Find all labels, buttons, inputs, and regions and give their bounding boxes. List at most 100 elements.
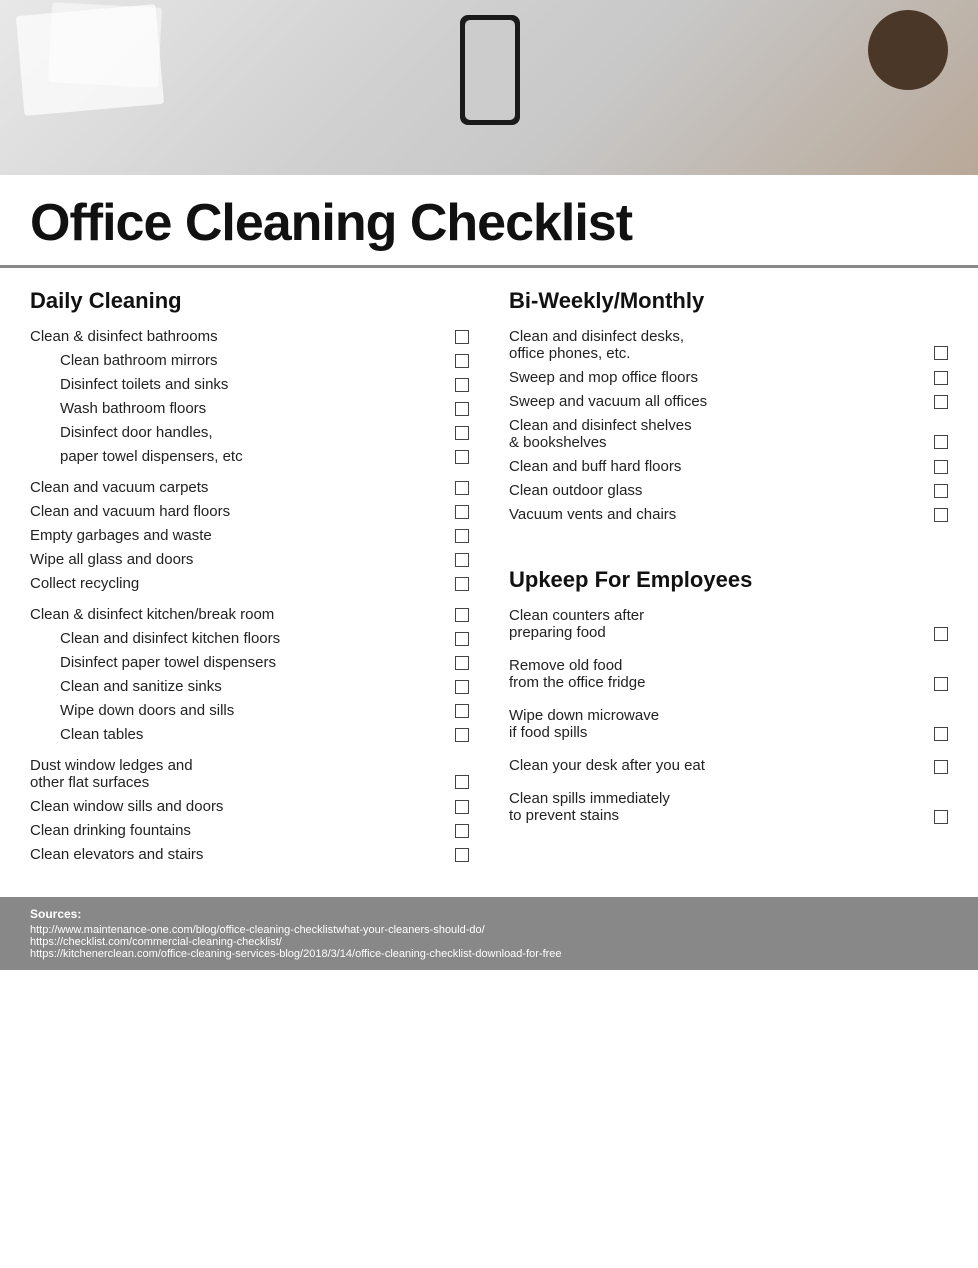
upkeep-checklist-item: Remove old foodfrom the office fridge: [509, 657, 948, 691]
list-item: Clean and vacuum carpets: [30, 479, 469, 496]
checkbox[interactable]: [455, 848, 469, 862]
checkbox[interactable]: [934, 627, 948, 641]
list-item: Disinfect paper towel dispensers: [60, 654, 469, 671]
upkeep-checklist-item: Wipe down microwaveif food spills: [509, 707, 948, 741]
biweekly-group: Clean and disinfect desks,office phones,…: [509, 328, 948, 523]
checkbox[interactable]: [934, 371, 948, 385]
checkbox[interactable]: [455, 608, 469, 622]
checkbox[interactable]: [455, 577, 469, 591]
list-item: Clean elevators and stairs: [30, 846, 469, 863]
checkbox[interactable]: [455, 426, 469, 440]
item-text: Empty garbages and waste: [30, 527, 447, 544]
list-item: Sweep and vacuum all offices: [509, 393, 948, 410]
item-text: Clean counters afterpreparing food: [509, 607, 926, 641]
kitchen-group: Clean & disinfect kitchen/break room Cle…: [30, 606, 469, 743]
source-link-3[interactable]: https://kitchenerclean.com/office-cleani…: [30, 948, 948, 960]
page-title: Office Cleaning Checklist: [30, 193, 948, 253]
list-item: Dust window ledges andother flat surface…: [30, 757, 469, 791]
checkbox[interactable]: [934, 435, 948, 449]
list-item: Wipe down doors and sills: [60, 702, 469, 719]
item-text: paper towel dispensers, etc: [60, 448, 447, 465]
item-text: Clean your desk after you eat: [509, 757, 926, 774]
item-text: Clean and sanitize sinks: [60, 678, 447, 695]
title-bar: Office Cleaning Checklist: [0, 175, 978, 268]
source-link-1[interactable]: http://www.maintenance-one.com/blog/offi…: [30, 924, 948, 936]
item-text: Remove old foodfrom the office fridge: [509, 657, 926, 691]
general-daily-group: Clean and vacuum carpets Clean and vacuu…: [30, 479, 469, 592]
upkeep-checklist-item: Clean your desk after you eat: [509, 757, 948, 774]
footer: Sources: http://www.maintenance-one.com/…: [0, 897, 978, 970]
sources-label: Sources:: [30, 907, 948, 921]
checkbox[interactable]: [455, 680, 469, 694]
upkeep-checklist-item: Clean counters afterpreparing food: [509, 607, 948, 641]
bathrooms-group: Clean & disinfect bathrooms Clean bathro…: [30, 328, 469, 465]
checkbox[interactable]: [455, 824, 469, 838]
list-item: Collect recycling: [30, 575, 469, 592]
item-text: Clean drinking fountains: [30, 822, 447, 839]
list-item: Clean and disinfect kitchen floors: [60, 630, 469, 647]
checkbox[interactable]: [455, 704, 469, 718]
checkbox[interactable]: [455, 450, 469, 464]
item-text: Wipe down doors and sills: [60, 702, 447, 719]
list-item: Remove old foodfrom the office fridge: [509, 657, 948, 691]
checkbox[interactable]: [455, 481, 469, 495]
list-item: Clean spills immediatelyto prevent stain…: [509, 790, 948, 824]
checkbox[interactable]: [455, 728, 469, 742]
list-item: Clean and disinfect desks,office phones,…: [509, 328, 948, 362]
checkbox[interactable]: [934, 727, 948, 741]
daily-cleaning-title: Daily Cleaning: [30, 288, 469, 314]
list-item: Vacuum vents and chairs: [509, 506, 948, 523]
checkbox[interactable]: [455, 505, 469, 519]
item-text: Clean spills immediatelyto prevent stain…: [509, 790, 926, 824]
biweekly-title: Bi-Weekly/Monthly: [509, 288, 948, 314]
item-text: Sweep and mop office floors: [509, 369, 926, 386]
list-item: Clean window sills and doors: [30, 798, 469, 815]
list-item: Wipe all glass and doors: [30, 551, 469, 568]
item-text: Clean elevators and stairs: [30, 846, 447, 863]
upkeep-checklist-item: Clean spills immediatelyto prevent stain…: [509, 790, 948, 824]
checkbox[interactable]: [455, 656, 469, 670]
list-item: Wash bathroom floors: [60, 400, 469, 417]
list-item: Clean your desk after you eat: [509, 757, 948, 774]
list-item: Wipe down microwaveif food spills: [509, 707, 948, 741]
item-text: Clean & disinfect bathrooms: [30, 328, 447, 345]
left-column: Daily Cleaning Clean & disinfect bathroo…: [30, 288, 469, 877]
checkbox[interactable]: [455, 378, 469, 392]
item-text: Clean and disinfect desks,office phones,…: [509, 328, 926, 362]
list-item: Clean bathroom mirrors: [60, 352, 469, 369]
checkbox[interactable]: [455, 330, 469, 344]
content-area: Daily Cleaning Clean & disinfect bathroo…: [0, 268, 978, 897]
checkbox[interactable]: [934, 460, 948, 474]
item-text: Clean and vacuum carpets: [30, 479, 447, 496]
checkbox[interactable]: [934, 346, 948, 360]
bottom-daily-group: Dust window ledges andother flat surface…: [30, 757, 469, 863]
list-item: Clean & disinfect kitchen/break room: [30, 606, 469, 623]
checkbox[interactable]: [934, 484, 948, 498]
source-link-2[interactable]: https://checklist.com/commercial-cleanin…: [30, 936, 948, 948]
checkbox[interactable]: [455, 529, 469, 543]
item-text: Clean and disinfect shelves& bookshelves: [509, 417, 926, 451]
checkbox[interactable]: [934, 395, 948, 409]
checkbox[interactable]: [455, 553, 469, 567]
item-text: Clean window sills and doors: [30, 798, 447, 815]
list-item: Disinfect toilets and sinks: [60, 376, 469, 393]
item-text: Disinfect door handles,: [60, 424, 447, 441]
list-item: Clean & disinfect bathrooms: [30, 328, 469, 345]
coffee-cup-decoration: [868, 10, 948, 90]
item-text: Disinfect paper towel dispensers: [60, 654, 447, 671]
checkbox[interactable]: [455, 354, 469, 368]
checkbox[interactable]: [455, 800, 469, 814]
checkbox[interactable]: [934, 810, 948, 824]
item-text: Wipe down microwaveif food spills: [509, 707, 926, 741]
checkbox[interactable]: [934, 677, 948, 691]
checkbox[interactable]: [455, 632, 469, 646]
list-item: paper towel dispensers, etc: [60, 448, 469, 465]
list-item: Sweep and mop office floors: [509, 369, 948, 386]
list-item: Clean and vacuum hard floors: [30, 503, 469, 520]
list-item: Clean drinking fountains: [30, 822, 469, 839]
item-text: Vacuum vents and chairs: [509, 506, 926, 523]
checkbox[interactable]: [934, 508, 948, 522]
checkbox[interactable]: [455, 402, 469, 416]
checkbox[interactable]: [455, 775, 469, 789]
checkbox[interactable]: [934, 760, 948, 774]
